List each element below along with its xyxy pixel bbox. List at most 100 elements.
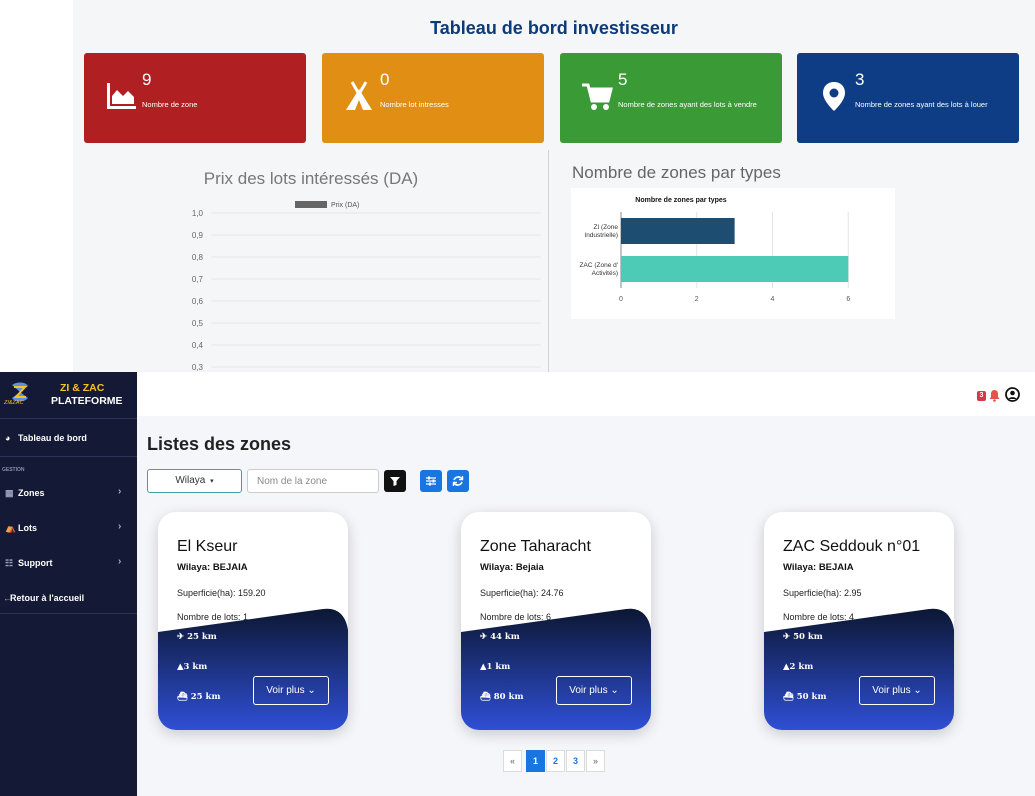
zone-types-chart: Nombre de zones par types 0 2 4 6 ZI (Zone Ind…: [571, 188, 895, 319]
screen: Tableau de bord investisseur 9 Nombre de…: [0, 0, 1035, 796]
stat-card-interested-lots: 0 Nombre lot intresses: [322, 53, 544, 143]
plane-icon: ✈: [783, 632, 791, 642]
sidebar-item-back-home[interactable]: ← Retour à l'accueil: [0, 587, 137, 609]
port-distance-value: 25 km: [190, 692, 221, 702]
y-tick-label: 0,9: [192, 231, 204, 240]
sidebar-item-label: Tableau de bord: [18, 433, 87, 443]
pagination-page-2[interactable]: 2: [546, 750, 565, 772]
wilaya-dropdown[interactable]: Wilaya ▾: [147, 469, 242, 493]
zone-area: Superficie(ha): 159.20: [177, 588, 266, 598]
zone-name-search-input[interactable]: [247, 469, 379, 493]
airport-distance: ✈ 25 km: [177, 632, 217, 642]
sidebar-divider: [0, 613, 137, 614]
see-more-label: Voir plus: [872, 685, 911, 696]
area-chart-icon: [107, 83, 136, 109]
zone-wilaya: Wilaya: BEJAIA: [177, 562, 248, 573]
zone-lots-count: Nombre de lots: 6: [480, 612, 552, 622]
category-label: ZI (Zone: [593, 224, 618, 231]
user-icon[interactable]: [1005, 387, 1020, 402]
map-pin-icon: [823, 82, 845, 111]
sidebar-item-lots[interactable]: ⛺ Lots ›: [0, 517, 137, 539]
advanced-filters-button[interactable]: [420, 470, 442, 492]
see-more-label: Voir plus: [266, 685, 305, 696]
stat-card-zones: 9 Nombre de zone: [84, 53, 306, 143]
sidebar-item-label: Retour à l'accueil: [10, 593, 85, 603]
refresh-button[interactable]: [447, 470, 469, 492]
see-more-label: Voir plus: [569, 685, 608, 696]
airport-distance: ✈ 50 km: [783, 632, 823, 642]
see-more-button[interactable]: Voir plus ⌄: [859, 676, 935, 705]
zone-lots-count: Nombre de lots: 1: [177, 612, 249, 622]
topbar: 3: [137, 372, 1035, 416]
pagination-next[interactable]: »: [586, 750, 605, 772]
y-tick-label: 1,0: [192, 209, 204, 218]
airport-distance-value: 50 km: [793, 632, 823, 642]
see-more-button[interactable]: Voir plus ⌄: [253, 676, 329, 705]
stat-label: Nombre de zone: [142, 100, 198, 109]
filter-button[interactable]: [384, 470, 406, 492]
zone-name: ZAC Seddouk n°01: [783, 538, 921, 555]
chevron-down-icon: ⌄: [610, 685, 619, 696]
stat-label: Nombre lot intresses: [380, 100, 449, 109]
sidebar-item-label: Support: [18, 558, 53, 568]
investor-dashboard: Tableau de bord investisseur 9 Nombre de…: [73, 0, 1035, 372]
bell-icon[interactable]: [988, 389, 1001, 402]
road-distance-value: 1 km: [486, 662, 511, 672]
port-distance-value: 50 km: [796, 692, 827, 702]
filter-icon: [390, 477, 400, 486]
y-tick-label: 0,5: [192, 319, 204, 328]
category-label: Activités): [592, 270, 618, 277]
stat-value: 9: [142, 70, 152, 89]
port-distance: ⛴ 50 km: [783, 692, 826, 702]
airport-distance: ✈ 44 km: [480, 632, 520, 642]
see-more-button[interactable]: Voir plus ⌄: [556, 676, 632, 705]
tent-icon: [346, 81, 372, 110]
page-title: Listes des zones: [147, 434, 292, 454]
stat-card-zones-for-rent: 3 Nombre de zones ayant des lots à louer: [797, 53, 1019, 143]
stat-card-zones-for-sale: 5 Nombre de zones ayant des lots à vendr…: [560, 53, 782, 143]
chevron-right-icon: ›: [118, 521, 122, 532]
road-distance-value: 3 km: [183, 662, 208, 672]
chart-inner-title: Nombre de zones par types: [635, 197, 727, 204]
port-distance: ⛴ 80 km: [480, 692, 523, 702]
zone-name: Zone Taharacht: [480, 538, 591, 555]
zone-card: El Kseur Wilaya: BEJAIA Superficie(ha): …: [158, 512, 348, 730]
ship-icon: ⛴: [480, 692, 491, 702]
airport-distance-value: 25 km: [187, 632, 217, 642]
x-tick-label: 4: [771, 296, 775, 303]
wilaya-dropdown-label: Wilaya: [175, 475, 206, 486]
brand-subtitle: ZI&ZAC: [4, 400, 24, 406]
airport-distance-value: 44 km: [490, 632, 520, 642]
road-distance: ▲1 km: [480, 662, 510, 672]
pagination-page-3[interactable]: 3: [566, 750, 585, 772]
x-tick-label: 0: [619, 296, 623, 303]
zone-name: El Kseur: [177, 538, 238, 555]
dashboard-icon: ◕: [5, 433, 11, 443]
road-distance: ▲3 km: [177, 662, 207, 672]
chevron-down-icon: ⌄: [913, 685, 922, 696]
brand-title-line1: ZI & ZAC: [60, 382, 105, 394]
sidebar-item-label: Zones: [18, 488, 45, 498]
pagination-prev[interactable]: «: [503, 750, 522, 772]
x-tick-label: 2: [695, 296, 699, 303]
sidebar-item-zones[interactable]: ▦ Zones ›: [0, 482, 137, 504]
y-tick-label: 0,4: [192, 341, 204, 350]
zone-card: Zone Taharacht Wilaya: Bejaia Superficie…: [461, 512, 651, 730]
y-tick-label: 0,8: [192, 253, 204, 262]
road-distance: ▲2 km: [783, 662, 813, 672]
sliders-icon: [426, 476, 436, 486]
sidebar-divider: [0, 456, 137, 457]
y-tick-label: 0,7: [192, 275, 204, 284]
chart-divider: [548, 150, 549, 372]
zone-area: Superficie(ha): 24.76: [480, 588, 564, 598]
sidebar-item-dashboard[interactable]: ◕ Tableau de bord: [0, 427, 137, 449]
main-content: Listes des zones Wilaya ▾ Nom de la zone…: [137, 416, 1035, 796]
brand[interactable]: ZI&ZAC ZI & ZAC PLATEFORME: [0, 372, 137, 414]
zone-card: ZAC Seddouk n°01 Wilaya: BEJAIA Superfic…: [764, 512, 954, 730]
plane-icon: ✈: [480, 632, 488, 642]
sidebar-item-support[interactable]: ☷ Support ›: [0, 552, 137, 574]
pagination-page-1[interactable]: 1: [526, 750, 545, 772]
ship-icon: ⛴: [783, 692, 794, 702]
y-tick-label: 0,6: [192, 297, 204, 306]
plane-icon: ✈: [177, 632, 185, 642]
